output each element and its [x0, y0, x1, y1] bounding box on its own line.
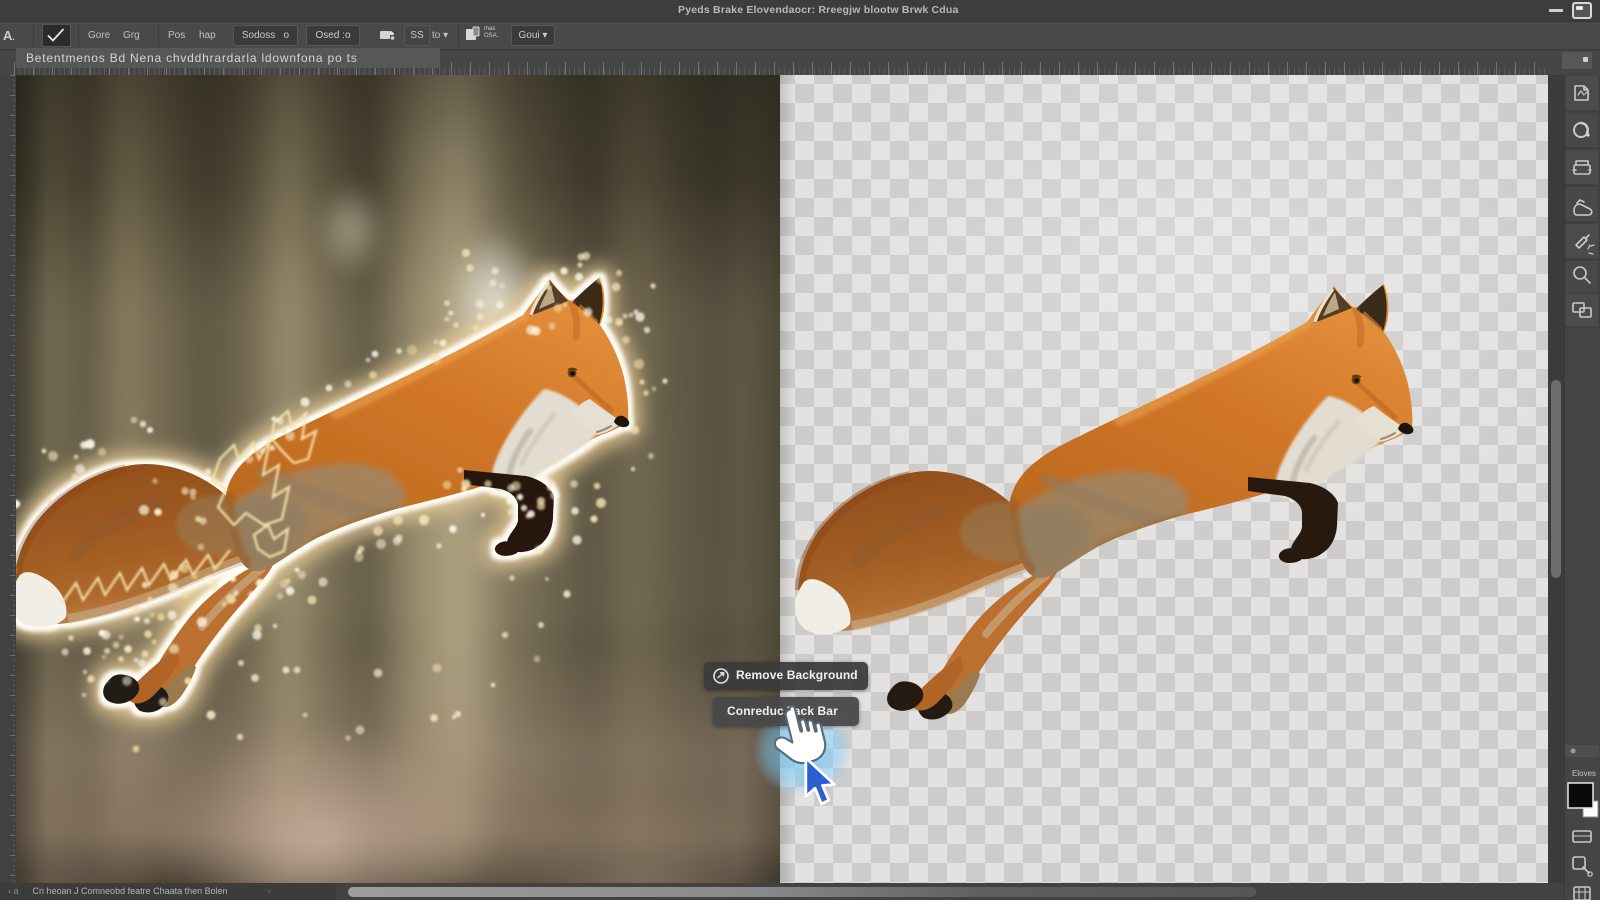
svg-text:Eloves: Eloves — [1572, 769, 1596, 778]
